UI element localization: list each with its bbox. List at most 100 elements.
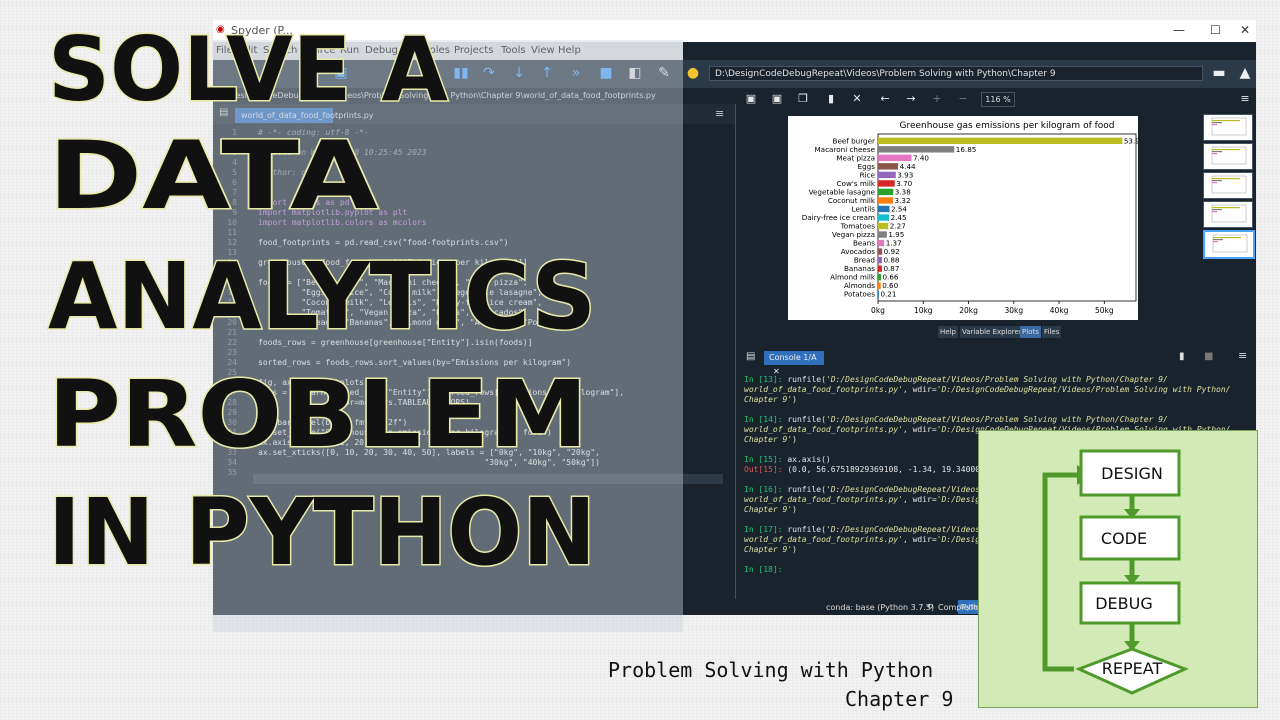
chart-title: Greenhouse gas emissions per kilogram of… [900, 121, 1115, 131]
save-all-plots-icon[interactable]: ▣ [770, 92, 784, 105]
zoom-out-icon[interactable]: − [956, 92, 970, 105]
plot-thumbnail-selected[interactable] [1203, 230, 1255, 259]
bar-chart: Greenhouse gas emissions per kilogram of… [802, 121, 1145, 315]
save-plot-icon[interactable]: ▣ [744, 92, 758, 105]
x-tick-label: 50kg [1095, 306, 1114, 315]
console-text: Chapter 9' [744, 505, 793, 514]
thumbnail-preview [1211, 117, 1247, 136]
logo-step-code: CODE [1101, 529, 1147, 548]
plots-toolbar: ▣ ▣ ❐ ▮ ✕ ← → + − 116 % ≡ [738, 88, 1256, 110]
tab-variable-explorer[interactable]: Variable Explorer [960, 326, 1024, 338]
console-line: Chapter 9') [744, 395, 797, 404]
bar [878, 248, 883, 255]
bar [878, 205, 890, 213]
plot-thumbnails [1203, 112, 1255, 312]
console-text: ) [792, 395, 797, 404]
thumbnail-preview [1211, 146, 1247, 165]
bar [878, 163, 899, 170]
bar [878, 239, 885, 247]
thumbnail-preview [1211, 204, 1247, 223]
title-line-4: PROBLEM [48, 361, 588, 468]
copy-plot-icon[interactable]: ❐ [796, 92, 810, 105]
bar [878, 146, 955, 153]
value-label: 16.85 [956, 145, 977, 154]
chapter-caption: Chapter 9 [845, 687, 954, 711]
console-options-icon[interactable]: ≡ [1238, 349, 1247, 362]
console-text: ax.axis() [787, 455, 831, 464]
loop-arrow-line [1042, 472, 1079, 672]
logo-step-repeat: REPEAT [1102, 659, 1163, 678]
console-tab-label: Console 1/A [769, 353, 817, 362]
title-overlay: SOLVE A DATA ANALYTICS PROBLEM IN PYTHON [47, 18, 598, 588]
zoom-in-icon[interactable]: + [930, 92, 944, 105]
console-text: Chapter 9' [744, 395, 793, 404]
console-text: ) [792, 545, 797, 554]
console-list-icon[interactable]: ▤ [746, 351, 755, 362]
browse-folder-icon[interactable]: ▬ [1211, 65, 1227, 81]
console-text: runfile( [787, 525, 826, 534]
plot-thumbnail[interactable] [1203, 114, 1253, 141]
parent-directory-icon[interactable]: ▲ [1237, 65, 1253, 81]
console-line: In [14]: runfile('D:/DesignCodeDebugRepe… [744, 415, 1168, 424]
plot-thumbnail[interactable] [1203, 201, 1253, 228]
console-text: world_of_data_food_footprints.py' [744, 425, 903, 434]
value-label: 0.21 [880, 290, 896, 299]
close-button[interactable]: ✕ [1240, 23, 1250, 37]
bar [878, 222, 889, 230]
python-path-icon[interactable]: ● [685, 65, 701, 81]
console-text: 'D:/DesignCodeDebugRepeat/Videos/Problem… [825, 415, 1168, 424]
minimize-button[interactable]: — [1173, 23, 1185, 37]
plot-figure: Greenhouse gas emissions per kilogram of… [788, 116, 1145, 320]
design-code-debug-repeat-logo: DESIGN CODE DEBUG REPEAT [978, 430, 1258, 708]
bar [878, 214, 890, 221]
console-text: In [15]: [744, 455, 788, 464]
console-line: Chapter 9') [744, 435, 797, 444]
remove-plot-icon[interactable]: ▮ [824, 92, 838, 105]
tab-plots[interactable]: Plots [1020, 326, 1041, 338]
working-directory-input[interactable]: D:\DesignCodeDebugRepeat\Videos\Problem … [709, 66, 1203, 81]
plots-options-icon[interactable]: ≡ [1238, 92, 1252, 105]
tab-help[interactable]: Help [938, 326, 958, 338]
console-tab[interactable]: Console 1/A ✕ [764, 351, 824, 376]
console-text: world_of_data_food_footprints.py' [744, 385, 903, 394]
bar [878, 231, 887, 238]
x-tick-label: 10kg [914, 306, 933, 315]
console-line: In [15]: ax.axis() [744, 455, 831, 464]
console-text: 'D:/DesignCodeDebugRepeat/Videos/Problem… [825, 375, 1168, 384]
completions-icon: ⟲ [926, 602, 933, 611]
console-text: , wdir= [902, 535, 937, 544]
logo-step-debug: DEBUG [1095, 594, 1153, 613]
interrupt-kernel-icon[interactable]: ■ [1204, 351, 1213, 362]
title-line-5: IN PYTHON [48, 479, 596, 586]
editor-options-icon[interactable]: ≡ [715, 107, 724, 120]
console-text: Chapter 9' [744, 435, 793, 444]
console-line: In [18]: [744, 565, 787, 574]
console-text: , wdir= [902, 495, 937, 504]
console-text: In [17]: [744, 525, 788, 534]
console-text: In [16]: [744, 485, 788, 494]
title-line-2: DATA [48, 122, 378, 231]
category-label: Potatoes [844, 290, 875, 299]
bar [878, 154, 912, 162]
plot-thumbnail[interactable] [1203, 143, 1253, 170]
bar [878, 290, 879, 298]
console-text: , wdir= [902, 385, 937, 394]
x-tick-label: 40kg [1050, 306, 1069, 315]
console-text: ) [792, 505, 797, 514]
plots-pane: ▣ ▣ ❐ ▮ ✕ ← → + − 116 % ≡ Greenhouse gas… [738, 88, 1256, 340]
maximize-button[interactable]: ☐ [1210, 23, 1221, 37]
clear-console-icon[interactable]: ▮ [1179, 351, 1185, 362]
plot-thumbnail[interactable] [1203, 172, 1253, 199]
tab-files[interactable]: Files [1042, 326, 1062, 338]
next-plot-icon[interactable]: → [904, 92, 918, 105]
console-line: In [13]: runfile('D:/DesignCodeDebugRepe… [744, 375, 1168, 384]
console-text: runfile( [787, 485, 826, 494]
previous-plot-icon[interactable]: ← [878, 92, 892, 105]
console-text: world_of_data_food_footprints.py' [744, 495, 903, 504]
title-line-3: ANALYTICS [48, 243, 596, 350]
console-text: In [14]: [744, 415, 788, 424]
remove-all-plots-icon[interactable]: ✕ [850, 92, 864, 105]
thumbnail-preview [1212, 234, 1248, 253]
logo-step-design: DESIGN [1101, 464, 1163, 483]
bar [878, 273, 881, 281]
